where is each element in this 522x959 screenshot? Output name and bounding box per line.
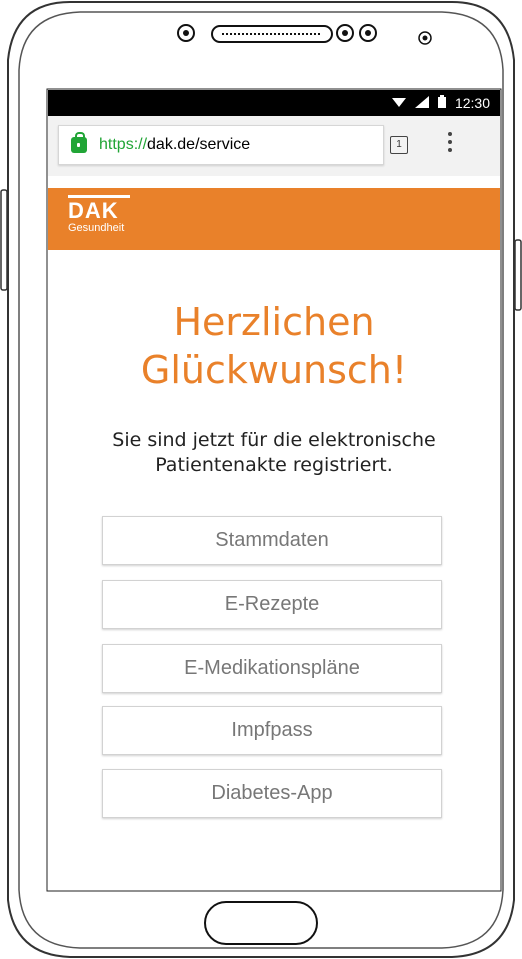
headline-line-1: Herzlichen <box>173 300 375 344</box>
lock-icon <box>71 132 87 153</box>
dak-logo-subtitle: Gesundheit <box>68 222 125 234</box>
signal-icon <box>414 95 429 111</box>
browser-toolbar: https://dak.de/service 1 <box>48 116 500 176</box>
stammdaten-button[interactable]: Stammdaten <box>102 516 442 565</box>
battery-icon <box>437 95 446 111</box>
url-scheme: https:// <box>99 136 148 153</box>
phone-screen: 12:30 https://dak.de/service 1 DAK Gesun… <box>48 90 500 890</box>
browser-menu-button[interactable] <box>446 132 454 156</box>
e-medikationsplaene-button[interactable]: E-Medikationspläne <box>102 644 442 693</box>
dak-logo: DAK <box>68 195 130 223</box>
status-time: 12:30 <box>454 95 490 111</box>
e-rezepte-button[interactable]: E-Rezepte <box>102 580 442 629</box>
status-bar: 12:30 <box>48 90 500 116</box>
url-path: dak.de/service <box>147 136 251 153</box>
brand-header: DAK Gesundheit <box>48 188 500 250</box>
message-line-2: Patientenakte registriert. <box>155 454 393 476</box>
headline-line-2: Glückwunsch! <box>140 348 408 392</box>
registration-message: Sie sind jetzt für die elektronische Pat… <box>48 428 500 478</box>
page-title: Herzlichen Glückwunsch! <box>48 298 500 394</box>
impfpass-button[interactable]: Impfpass <box>102 706 442 755</box>
url-text: https://dak.de/service <box>99 136 250 154</box>
message-line-1: Sie sind jetzt für die elektronische <box>112 429 436 451</box>
address-bar[interactable]: https://dak.de/service <box>58 125 384 165</box>
diabetes-app-button[interactable]: Diabetes-App <box>102 769 442 818</box>
tab-switcher-button[interactable]: 1 <box>390 136 408 154</box>
wifi-icon <box>391 95 406 111</box>
